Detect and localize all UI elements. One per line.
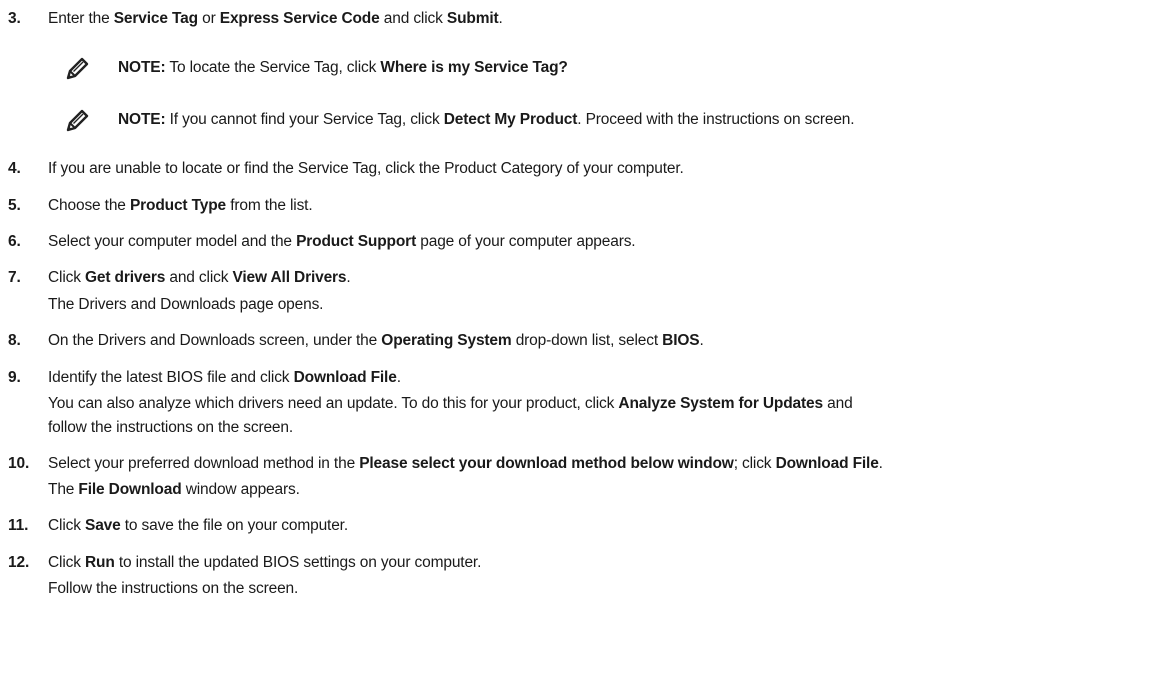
step-10-result: The File Download window appears.	[48, 480, 300, 500]
bold-save: Save	[85, 517, 121, 534]
note-label: NOTE:	[118, 111, 166, 128]
text: You can also analyze which drivers need …	[48, 395, 619, 412]
note-text: NOTE: To locate the Service Tag, click W…	[118, 58, 568, 78]
step-text: Click Save to save the file on your comp…	[48, 516, 348, 536]
text: Enter the	[48, 10, 114, 27]
bold-product-type: Product Type	[129, 197, 227, 214]
text: Click	[48, 517, 85, 534]
text: .	[346, 269, 351, 286]
text: Click	[48, 554, 85, 571]
text: .	[498, 10, 503, 27]
step-12-result: Follow the instructions on the screen.	[48, 580, 299, 597]
text: .	[396, 369, 401, 386]
bold-detect-my-product: Detect My Product	[443, 111, 578, 128]
bold-get-drivers: Get drivers	[85, 269, 166, 286]
text: from the list.	[226, 197, 313, 214]
text: to install the updated BIOS settings on …	[114, 554, 482, 571]
step-number: 3.	[8, 10, 21, 27]
bold-analyze-system-for-updates: Analyze System for Updates	[618, 395, 823, 412]
bold-view-all-drivers: View All Drivers	[232, 269, 347, 286]
bold-bios: BIOS	[662, 332, 700, 349]
step-text: If you are unable to locate or find the …	[48, 160, 684, 177]
bold-operating-system: Operating System	[381, 332, 512, 349]
step-text: Identify the latest BIOS file and click …	[48, 368, 401, 388]
bold-where-is-my-service-tag: Where is my Service Tag?	[380, 59, 568, 76]
text: . Proceed with the instructions on scree…	[577, 111, 855, 128]
step-9-detail-line-2: follow the instructions on the screen.	[48, 419, 294, 436]
step-text: Select your preferred download method in…	[48, 454, 883, 474]
text: Click	[48, 269, 85, 286]
text: On the Drivers and Downloads screen, und…	[48, 332, 382, 349]
step-text: Click Run to install the updated BIOS se…	[48, 553, 481, 573]
text: window appears.	[181, 481, 300, 498]
note-label: NOTE:	[118, 59, 166, 76]
step-text: Choose the Product Type from the list.	[48, 196, 313, 216]
text: or	[197, 10, 220, 27]
step-number: 4.	[8, 160, 21, 177]
text: Identify the latest BIOS file and click	[48, 369, 294, 386]
text: Choose the	[48, 197, 130, 214]
bold-download-file: Download File	[293, 369, 397, 386]
step-7-result: The Drivers and Downloads page opens.	[48, 296, 324, 313]
bold-run: Run	[85, 554, 115, 571]
bold-download-file: Download File	[775, 455, 879, 472]
text: and click	[165, 269, 233, 286]
text: ; click	[733, 455, 776, 472]
step-number: 9.	[8, 369, 21, 386]
text: The	[48, 481, 79, 498]
document-page: 3. Enter the Service Tag or Express Serv…	[0, 0, 1164, 674]
bold-service-tag: Service Tag	[113, 10, 198, 27]
text: Select your computer model and the	[48, 233, 297, 250]
pencil-note-icon	[66, 57, 89, 80]
text: page of your computer appears.	[416, 233, 636, 250]
bold-file-download: File Download	[78, 481, 182, 498]
text: and click	[379, 10, 447, 27]
step-9-detail-line-1: You can also analyze which drivers need …	[48, 394, 853, 414]
step-number: 11.	[8, 517, 29, 534]
step-number: 7.	[8, 269, 21, 286]
note-text: NOTE: If you cannot find your Service Ta…	[118, 110, 855, 130]
step-text: On the Drivers and Downloads screen, und…	[48, 331, 704, 351]
step-number: 12.	[8, 554, 30, 571]
text: Select your preferred download method in…	[48, 455, 360, 472]
step-text: Click Get drivers and click View All Dri…	[48, 268, 351, 288]
step-text: Enter the Service Tag or Express Service…	[48, 9, 503, 29]
step-number: 8.	[8, 332, 21, 349]
text: .	[699, 332, 704, 349]
text: to save the file on your computer.	[120, 517, 348, 534]
pencil-note-icon	[66, 109, 89, 132]
step-number: 5.	[8, 197, 21, 214]
step-text: Select your computer model and the Produ…	[48, 232, 636, 252]
text: If you cannot find your Service Tag, cli…	[165, 111, 444, 128]
bold-product-support: Product Support	[296, 233, 417, 250]
bold-submit: Submit	[446, 10, 499, 27]
step-number: 10.	[8, 455, 30, 472]
bold-please-select-download-method: Please select your download method below…	[359, 455, 734, 472]
bold-express-service-code: Express Service Code	[219, 10, 380, 27]
text: and	[822, 395, 853, 412]
step-number: 6.	[8, 233, 21, 250]
text: .	[878, 455, 883, 472]
text: drop-down list, select	[511, 332, 663, 349]
text: To locate the Service Tag, click	[165, 59, 381, 76]
